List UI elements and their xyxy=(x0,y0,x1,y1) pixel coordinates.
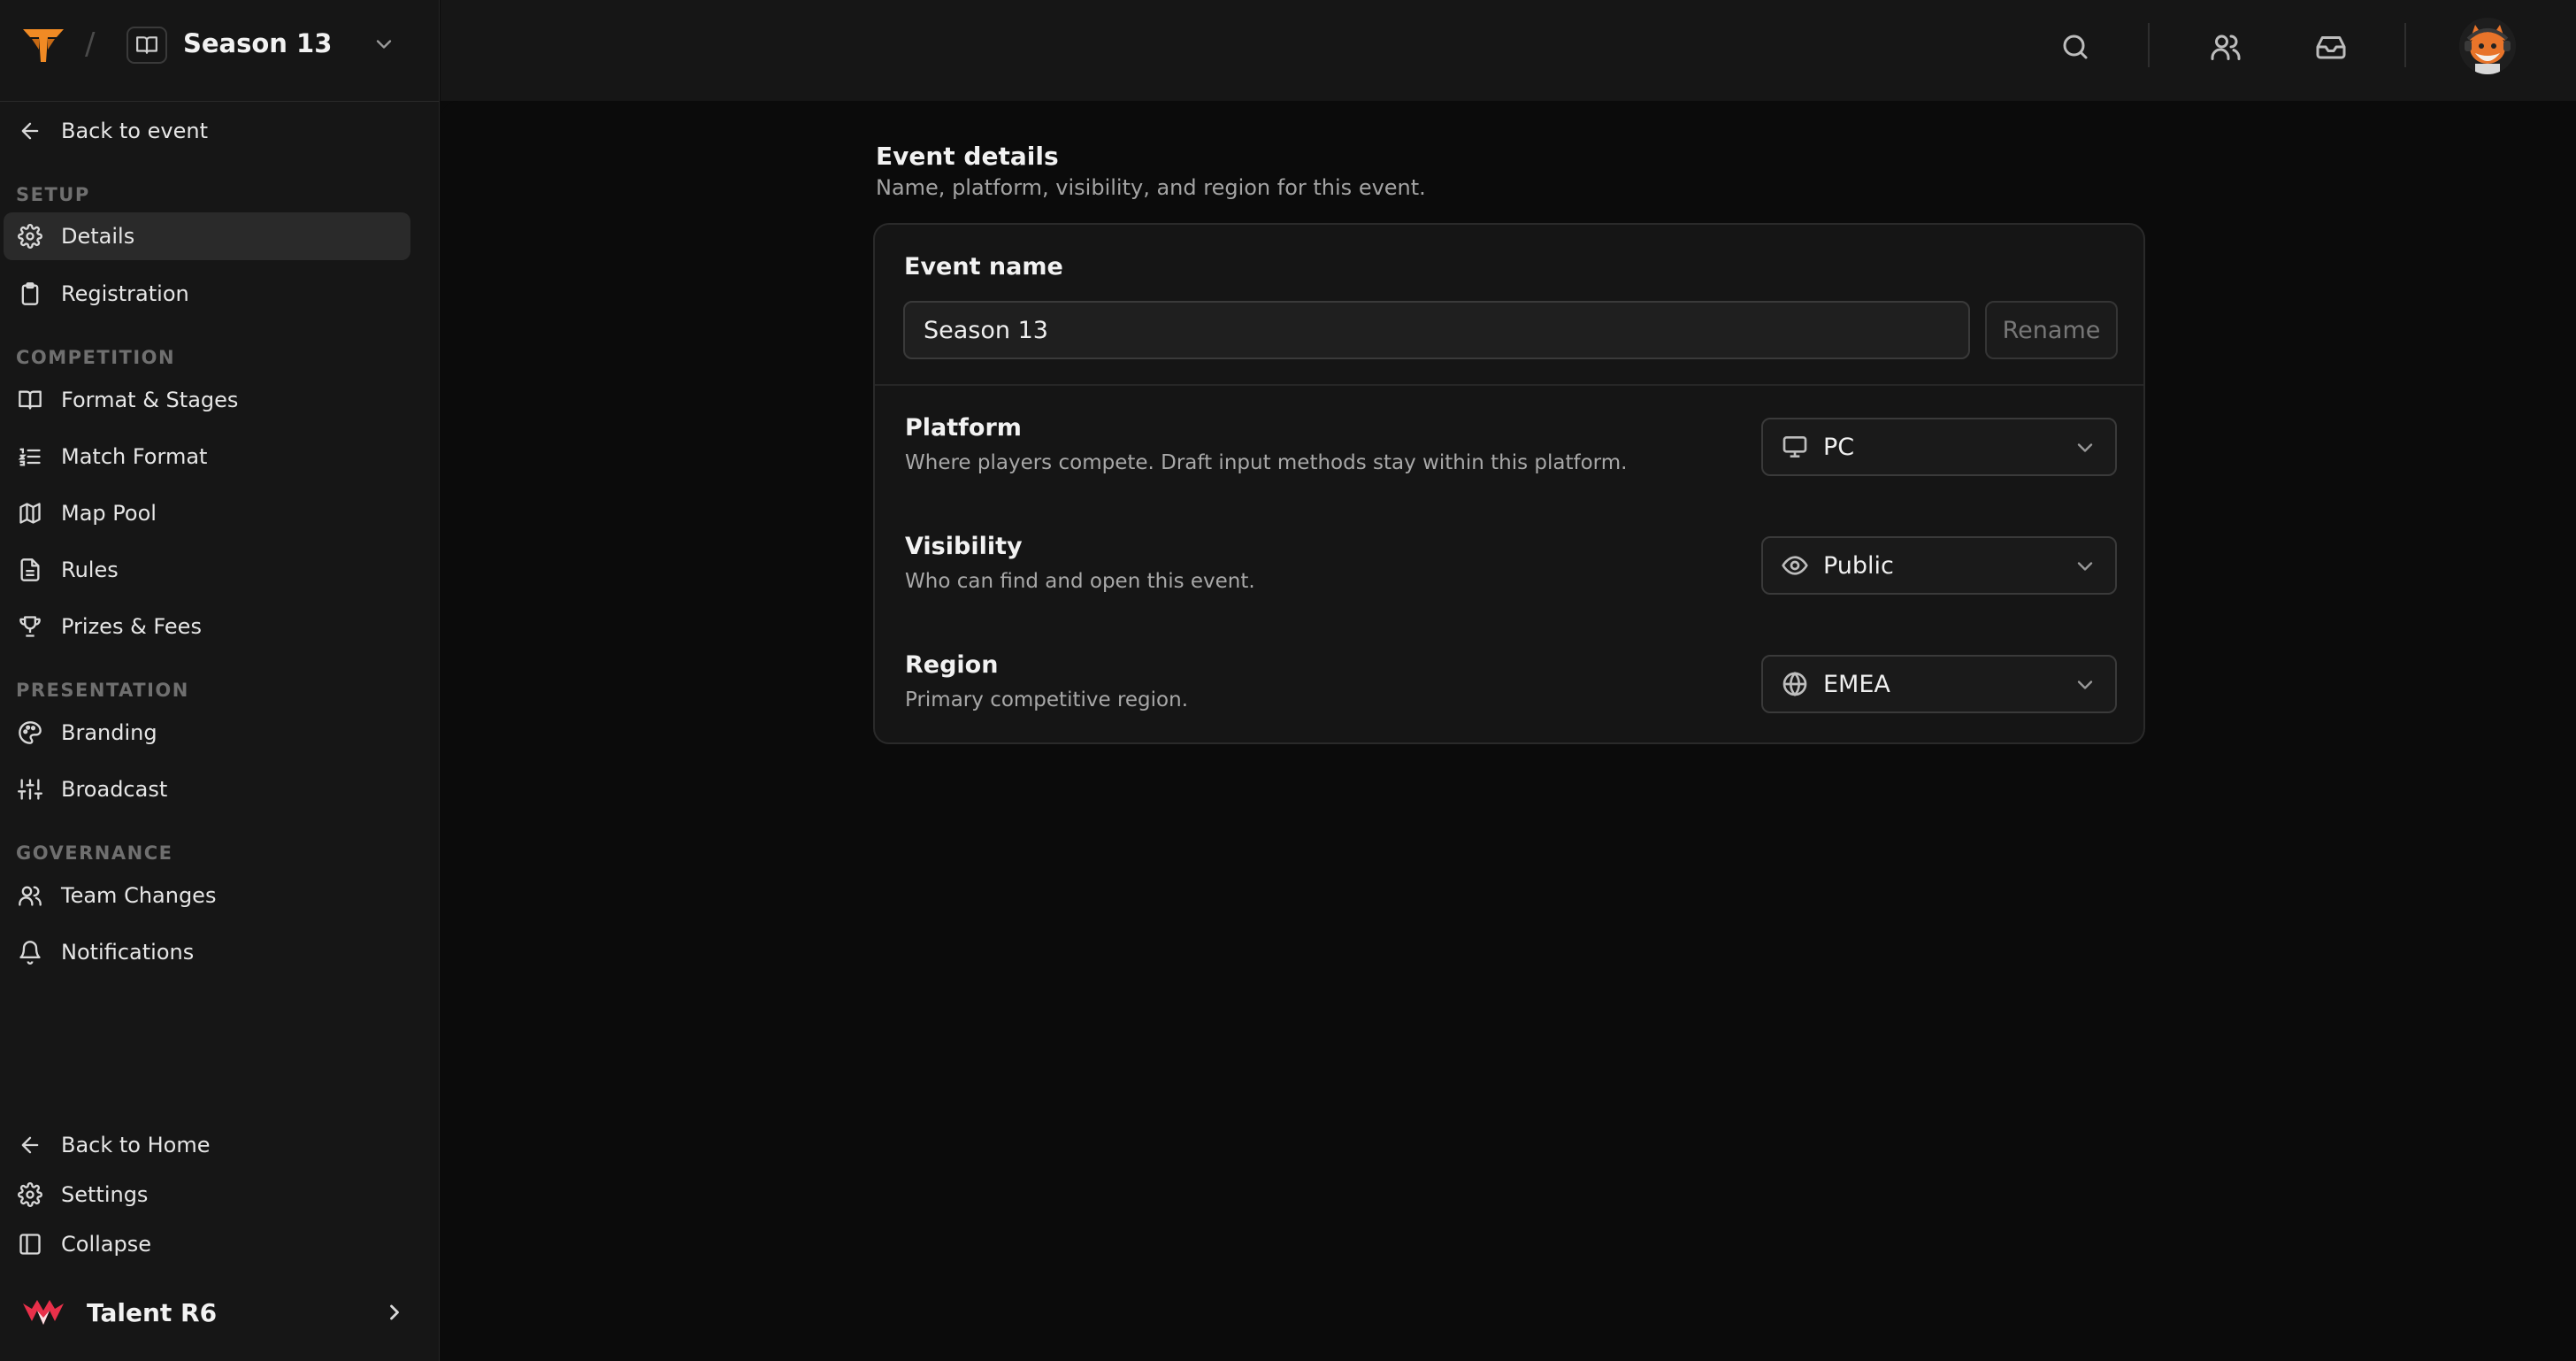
workspace-logo xyxy=(21,1295,65,1330)
topbar-divider xyxy=(2404,23,2406,67)
visibility-description: Who can find and open this event. xyxy=(905,570,1255,593)
app-root: / Season 13 Back to event SETUP Details … xyxy=(0,0,2576,1361)
back-to-event-label: Back to event xyxy=(61,119,208,143)
chevron-right-icon xyxy=(382,1300,407,1325)
search-icon[interactable] xyxy=(2059,31,2091,63)
chevron-down-icon xyxy=(2073,554,2097,579)
sidebar-item-label: Prizes & Fees xyxy=(61,614,202,639)
sidebar-item-label: Registration xyxy=(61,281,189,306)
rename-button[interactable]: Rename xyxy=(1985,301,2118,359)
collapse-label: Collapse xyxy=(61,1232,151,1257)
sidebar-item-format-stages[interactable]: Format & Stages xyxy=(4,376,410,424)
document-icon xyxy=(18,557,42,582)
list-icon xyxy=(18,444,42,469)
inbox-icon[interactable] xyxy=(2315,31,2347,63)
page-title: Event details xyxy=(876,142,1059,171)
sidebar: / Season 13 Back to event SETUP Details … xyxy=(0,0,440,1361)
visibility-select[interactable]: Public xyxy=(1761,536,2117,595)
visibility-title: Visibility xyxy=(905,533,1023,560)
sidebar-item-label: Rules xyxy=(61,557,119,582)
book-icon xyxy=(135,34,158,57)
gear-icon xyxy=(18,1182,42,1207)
sidebar-item-team-changes[interactable]: Team Changes xyxy=(4,872,410,919)
workspace-name: Talent R6 xyxy=(87,1297,218,1327)
platform-title: Platform xyxy=(905,414,1022,442)
top-bar xyxy=(441,0,2576,101)
sidebar-item-map-pool[interactable]: Map Pool xyxy=(4,489,410,537)
app-logo[interactable] xyxy=(21,27,65,64)
section-label-governance: GOVERNANCE xyxy=(16,842,173,864)
visibility-value: Public xyxy=(1823,551,1894,580)
region-select[interactable]: EMEA xyxy=(1761,655,2117,713)
arrow-left-icon xyxy=(18,119,42,143)
region-value: EMEA xyxy=(1823,670,1890,698)
sidebar-item-label: Branding xyxy=(61,720,157,745)
sidebar-item-label: Format & Stages xyxy=(61,388,239,412)
sidebar-item-details[interactable]: Details xyxy=(4,212,410,260)
platform-select[interactable]: PC xyxy=(1761,418,2117,476)
sidebar-item-label: Details xyxy=(61,224,135,249)
sliders-icon xyxy=(18,777,42,802)
chevron-down-icon xyxy=(2073,673,2097,697)
event-icon-box xyxy=(126,27,167,64)
collapse-sidebar-button[interactable]: Collapse xyxy=(4,1220,410,1268)
platform-description: Where players compete. Draft input metho… xyxy=(905,451,1628,474)
section-label-competition: COMPETITION xyxy=(16,347,176,368)
settings-link[interactable]: Settings xyxy=(4,1171,410,1219)
section-label-setup: SETUP xyxy=(16,184,90,205)
clipboard-icon xyxy=(18,281,42,306)
back-to-home-label: Back to Home xyxy=(61,1133,211,1157)
arrow-left-icon xyxy=(18,1133,42,1157)
sidebar-header: / Season 13 xyxy=(0,0,439,102)
sidebar-item-broadcast[interactable]: Broadcast xyxy=(4,765,410,813)
users-icon[interactable] xyxy=(2210,31,2242,63)
event-details-card: Event name Rename Platform Where players… xyxy=(873,223,2145,744)
eye-icon xyxy=(1781,551,1809,580)
breadcrumb-separator: / xyxy=(85,27,96,62)
monitor-icon xyxy=(1781,433,1809,461)
users-icon xyxy=(18,883,42,908)
sidebar-item-label: Map Pool xyxy=(61,501,157,526)
section-label-presentation: PRESENTATION xyxy=(16,680,189,701)
bell-icon xyxy=(18,940,42,965)
topbar-divider xyxy=(2148,23,2150,67)
trophy-icon xyxy=(18,614,42,639)
sidebar-item-prizes-fees[interactable]: Prizes & Fees xyxy=(4,603,410,650)
event-name-input[interactable] xyxy=(903,301,1970,359)
sidebar-item-label: Match Format xyxy=(61,444,208,469)
sidebar-item-branding[interactable]: Branding xyxy=(4,709,410,757)
page-subtitle: Name, platform, visibility, and region f… xyxy=(876,175,1426,200)
sidebar-item-label: Broadcast xyxy=(61,777,168,802)
chevron-down-icon xyxy=(2073,435,2097,460)
settings-label: Settings xyxy=(61,1182,149,1207)
palette-icon xyxy=(18,720,42,745)
back-to-event-link[interactable]: Back to event xyxy=(4,107,410,155)
sidebar-item-label: Notifications xyxy=(61,940,195,965)
region-description: Primary competitive region. xyxy=(905,688,1189,711)
sidebar-item-notifications[interactable]: Notifications xyxy=(4,928,410,976)
user-avatar[interactable] xyxy=(2459,18,2516,74)
back-to-home-link[interactable]: Back to Home xyxy=(4,1121,410,1169)
sidebar-item-registration[interactable]: Registration xyxy=(4,270,410,318)
book-icon xyxy=(18,388,42,412)
region-title: Region xyxy=(905,651,999,679)
platform-value: PC xyxy=(1823,433,1855,461)
event-name-label: Event name xyxy=(904,253,1063,281)
sidebar-panel-icon xyxy=(18,1232,42,1257)
sidebar-item-match-format[interactable]: Match Format xyxy=(4,433,410,481)
gear-icon xyxy=(18,224,42,249)
map-icon xyxy=(18,501,42,526)
chevron-down-icon[interactable] xyxy=(372,32,396,57)
workspace-switcher[interactable]: Talent R6 xyxy=(0,1283,439,1342)
sidebar-item-label: Team Changes xyxy=(61,883,217,908)
event-switcher-title[interactable]: Season 13 xyxy=(183,28,332,58)
globe-icon xyxy=(1781,670,1809,698)
card-divider xyxy=(875,384,2143,386)
sidebar-item-rules[interactable]: Rules xyxy=(4,546,410,594)
